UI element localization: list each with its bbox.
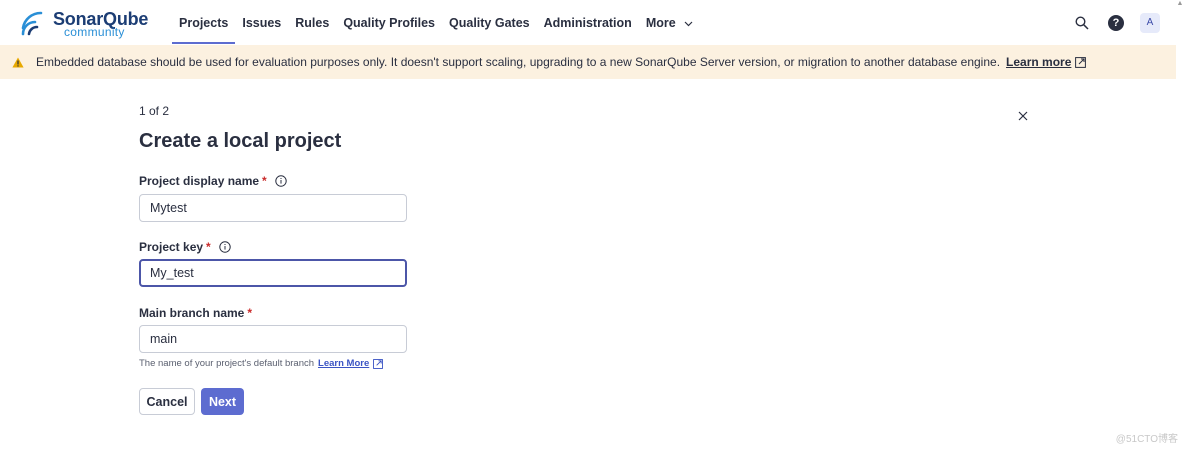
display-name-label: Project display name * xyxy=(139,174,287,188)
warning-banner: Embedded database should be used for eva… xyxy=(0,45,1176,79)
project-key-label-text: Project key xyxy=(139,240,204,254)
required-mark: * xyxy=(247,306,253,320)
required-mark: * xyxy=(262,174,267,188)
warning-icon xyxy=(12,57,24,68)
page-title: Create a local project xyxy=(139,130,342,152)
nav-more-label: More xyxy=(645,15,676,30)
logo-edition: community xyxy=(64,25,125,39)
step-indicator: 1 of 2 xyxy=(139,104,170,118)
display-name-input[interactable] xyxy=(139,194,407,222)
banner-learn-more-link[interactable]: Learn more xyxy=(1006,55,1071,69)
display-name-label-text: Project display name xyxy=(139,174,260,188)
top-navbar: SonarQube community Projects Issues Rule… xyxy=(0,0,1176,45)
info-icon[interactable] xyxy=(275,175,287,187)
branch-helper-message: The name of your project's default branc… xyxy=(139,358,315,369)
sonar-waves-icon xyxy=(21,11,43,36)
banner-message: Embedded database should be used for eva… xyxy=(36,55,1001,69)
watermark: @51CTO博客 xyxy=(1115,434,1178,445)
nav-administration[interactable]: Administration xyxy=(537,0,639,45)
info-icon[interactable] xyxy=(219,241,231,253)
branch-name-label-text: Main branch name xyxy=(139,306,245,320)
branch-helper-text: The name of your project's default branc… xyxy=(139,358,384,369)
help-button[interactable]: ? xyxy=(1106,13,1126,33)
branch-name-input[interactable] xyxy=(139,325,407,353)
project-key-label: Project key * xyxy=(139,240,231,254)
nav-issues[interactable]: Issues xyxy=(235,0,288,45)
avatar[interactable]: A xyxy=(1140,12,1160,33)
close-icon[interactable] xyxy=(1016,109,1030,123)
cancel-button[interactable]: Cancel xyxy=(139,388,195,415)
sonarqube-logo[interactable]: SonarQube community xyxy=(20,8,150,39)
nav-more[interactable]: More xyxy=(639,0,700,45)
nav-quality-profiles[interactable]: Quality Profiles xyxy=(336,0,442,45)
external-link-icon xyxy=(1075,56,1087,68)
branch-learn-more-link[interactable]: Learn More xyxy=(318,358,369,369)
scrollbar-up-arrow[interactable]: ▲ xyxy=(1176,0,1184,10)
nav-quality-gates[interactable]: Quality Gates xyxy=(442,0,537,45)
project-key-input[interactable] xyxy=(139,259,407,287)
required-mark: * xyxy=(206,240,211,254)
search-icon[interactable] xyxy=(1072,13,1092,33)
nav-right-actions: ? A xyxy=(1072,0,1160,45)
help-icon: ? xyxy=(1108,14,1124,31)
chevron-down-icon xyxy=(684,16,693,30)
main-nav: Projects Issues Rules Quality Profiles Q… xyxy=(172,0,700,45)
nav-rules[interactable]: Rules xyxy=(288,0,336,45)
nav-projects[interactable]: Projects xyxy=(172,0,236,45)
external-link-icon xyxy=(373,358,384,369)
branch-name-label: Main branch name * xyxy=(139,306,252,320)
next-button[interactable]: Next xyxy=(201,388,244,415)
